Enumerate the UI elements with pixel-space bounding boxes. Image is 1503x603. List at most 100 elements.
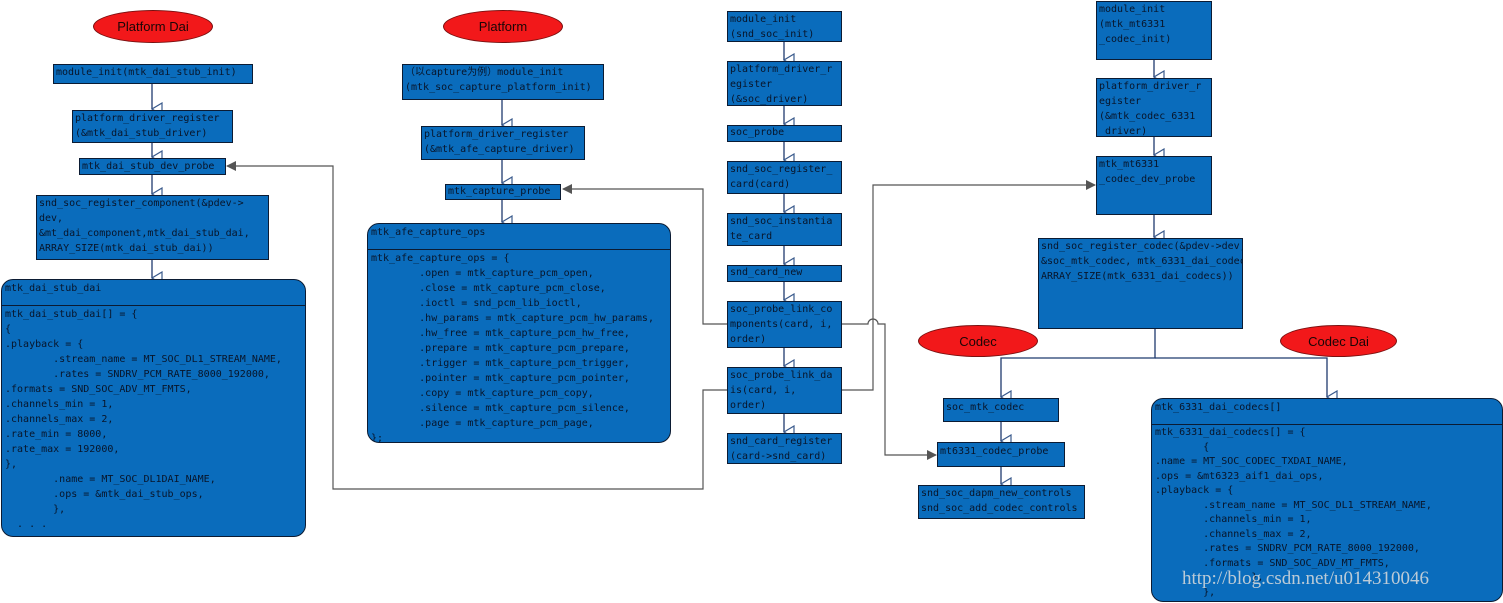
code-line: mtk_capture_probe (448, 186, 551, 197)
code-line: _codec_dev_probe (1099, 174, 1196, 185)
code-line: snd_soc_register_component(&pdev-> (39, 198, 244, 209)
code-line: platform_driver_register (75, 113, 220, 124)
register-codec-box: snd_soc_register_codec(&pdev->dev, &soc_m… (1038, 238, 1243, 329)
code-line: (&mtk_codec_6331 (1099, 111, 1196, 122)
stub-dai-body: mtk_dai_stub_dai[] = {{.playback = { .st… (2, 306, 305, 533)
code-line: (card->snd_card) (730, 451, 827, 462)
capture-ops-header: mtk_afe_capture_ops (368, 224, 670, 250)
code-line: (snd_soc_init) (730, 29, 815, 40)
code-line: snd_soc_dapm_new_controls (921, 488, 1072, 499)
code-line: snd_card_new (730, 267, 803, 278)
code-line: .ops = &mt6323_aif1_dai_ops, (1155, 470, 1324, 482)
code-line: .formats = SND_SOC_ADV_MT_FMTS, (5, 384, 192, 395)
code-line: .ops = &mtk_dai_stub_ops, (5, 489, 204, 500)
code-line: mtk_afe_capture_ops = { (371, 253, 510, 264)
dai-codecs-header: mtk_6331_dai_codecs[] (1152, 399, 1502, 425)
code-line: ARRAY_SIZE(mtk_dai_stub_dai)) (39, 243, 214, 254)
code-line: driver) (1099, 126, 1148, 137)
code-line: (&mtk_afe_capture_driver) (424, 144, 575, 155)
code-line: .channels_min = 1, (5, 399, 114, 410)
code-line: soc_probe_link_da (730, 370, 833, 381)
code-line: .playback = { (5, 339, 84, 350)
code-line: module_init(mtk_dai_stub_init) (56, 67, 237, 78)
code-line: }, (5, 504, 66, 515)
code-line: .close = mtk_capture_pcm_close, (371, 283, 606, 294)
code-line: _codec_init) (1099, 34, 1172, 45)
code-line: mtk_mt6331 (1099, 159, 1160, 170)
platform-label: Platform (443, 10, 563, 43)
code-line: mt6331_codec_probe (940, 446, 1049, 457)
code-line: .ioctl = snd_pcm_lib_ioctl, (371, 298, 582, 309)
codec-dev-probe-box: mtk_mt6331 _codec_dev_probe (1096, 156, 1212, 215)
code-line: &mt_dai_component,mtk_dai_stub_dai, (39, 228, 250, 239)
code-line: ARRAY_SIZE(mtk_6331_dai_codecs)) (1041, 271, 1234, 282)
code-line: is(card, i, (730, 385, 797, 396)
code-line: snd_card_register (730, 436, 833, 447)
soc-mtk-codec-box: soc_mtk_codec (943, 398, 1059, 422)
platform-module-init-box: （以capture为例）module_init (mtk_soc_capture_… (402, 64, 604, 100)
link-dais-box: soc_probe_link_da is(card, i, order) (727, 367, 842, 414)
dai-module-init-box: module_init(mtk_dai_stub_init) (53, 64, 253, 84)
dai-stub-dev-probe-box: mtk_dai_stub_dev_probe (79, 158, 226, 175)
codec-label: Codec (918, 325, 1038, 357)
code-line: module_init (730, 14, 797, 25)
register-card-box: snd_soc_register_ card(card) (727, 161, 842, 194)
code-line: soc_mtk_codec (946, 402, 1025, 413)
code-line: platform_driver_r (730, 64, 833, 75)
code-line: order) (730, 400, 767, 411)
code-line: .channels_min = 1, (1155, 514, 1312, 525)
card-register-box: snd_card_register (card->snd_card) (727, 433, 842, 464)
link-components-box: soc_probe_link_co mponents(card, i, order) (727, 301, 842, 348)
code-line: module_init (1099, 4, 1166, 15)
code-line: mtk_dai_stub_dev_probe (82, 161, 215, 172)
code-line: .name = MT_SOC_CODEC_TXDAI_NAME, (1155, 456, 1348, 467)
code-line: snd_soc_add_codec_controls (921, 503, 1078, 514)
code-line: mponents(card, i, (730, 319, 833, 330)
code-line: egister (730, 79, 773, 90)
code-line: (&mtk_dai_stub_driver) (75, 128, 208, 139)
code-line: .hw_free = mtk_capture_pcm_hw_free, (371, 328, 630, 339)
code-line: （以capture为例）module_init (405, 67, 564, 78)
stub-dai-struct-box: mtk_dai_stub_dai mtk_dai_stub_dai[] = {{.… (1, 279, 306, 537)
code-line: dev, (39, 213, 64, 224)
code-line: .channels_max = 2, (5, 414, 114, 425)
code-line: .rates = SNDRV_PCM_RATE_8000_192000, (5, 369, 270, 380)
code-line: .stream_name = MT_SOC_DL1_STREAM_NAME, (5, 354, 282, 365)
codec-module-init-box: module_init (mtk_mt6331 _codec_init) (1096, 1, 1212, 60)
code-line: .hw_params = mtk_capture_pcm_hw_params, (371, 313, 654, 324)
code-line: .open = mtk_capture_pcm_open, (371, 268, 594, 279)
codec-probe-box: mt6331_codec_probe (937, 442, 1065, 467)
code-line: .name = MT_SOC_DL1DAI_NAME, (5, 474, 216, 485)
capture-probe-box: mtk_capture_probe (445, 184, 561, 200)
code-line: platform_driver_register (424, 129, 569, 140)
flow-arrow (1155, 357, 1327, 397)
code-line: order) (730, 334, 767, 345)
code-line: .trigger = mtk_capture_pcm_trigger, (371, 358, 630, 369)
code-line: soc_probe (730, 127, 785, 138)
code-line: snd_soc_register_codec(&pdev->dev, (1041, 241, 1243, 252)
platform-driver-register-box: platform_driver_register (&mtk_afe_captur… (421, 126, 585, 160)
card-new-box: snd_card_new (727, 265, 842, 282)
codec-driver-register-box: platform_driver_r egister (&mtk_codec_6331… (1096, 78, 1212, 137)
code-line: card(card) (730, 179, 791, 190)
watermark: http://blog.csdn.net/u014310046 (1182, 568, 1429, 589)
codec-controls-box: snd_soc_dapm_new_controls snd_soc_add_cod… (918, 485, 1085, 519)
code-line: soc_probe_link_co (730, 304, 833, 315)
code-line: mtk_dai_stub_dai[] = { (5, 309, 138, 320)
code-line: .channels_max = 2, (1155, 528, 1312, 540)
capture-ops-body: mtk_afe_capture_ops = { .open = mtk_capt… (368, 250, 670, 443)
code-line: }; (371, 433, 384, 443)
platform-dai-label: Platform Dai (93, 10, 213, 43)
code-line: .copy = mtk_capture_pcm_copy, (371, 388, 594, 399)
machine-driver-register-box: platform_driver_register (&soc_driver) (727, 61, 842, 106)
code-line: .rate_min = 8000, (5, 429, 108, 440)
code-line: snd_soc_instantia (730, 216, 833, 227)
code-line: (mtk_mt6331 (1099, 19, 1166, 30)
instantiate-card-box: snd_soc_instantia te_card (727, 213, 842, 246)
code-line: }, (5, 459, 18, 470)
code-line: .rates = SNDRV_PCM_RATE_8000_192000, (1155, 543, 1420, 554)
code-line: .page = mtk_capture_pcm_page, (371, 418, 594, 429)
code-line: (&soc_driver) (730, 94, 809, 105)
code-line: te_card (730, 231, 773, 242)
machine-module-init-box: module_init (snd_soc_init) (727, 11, 842, 42)
